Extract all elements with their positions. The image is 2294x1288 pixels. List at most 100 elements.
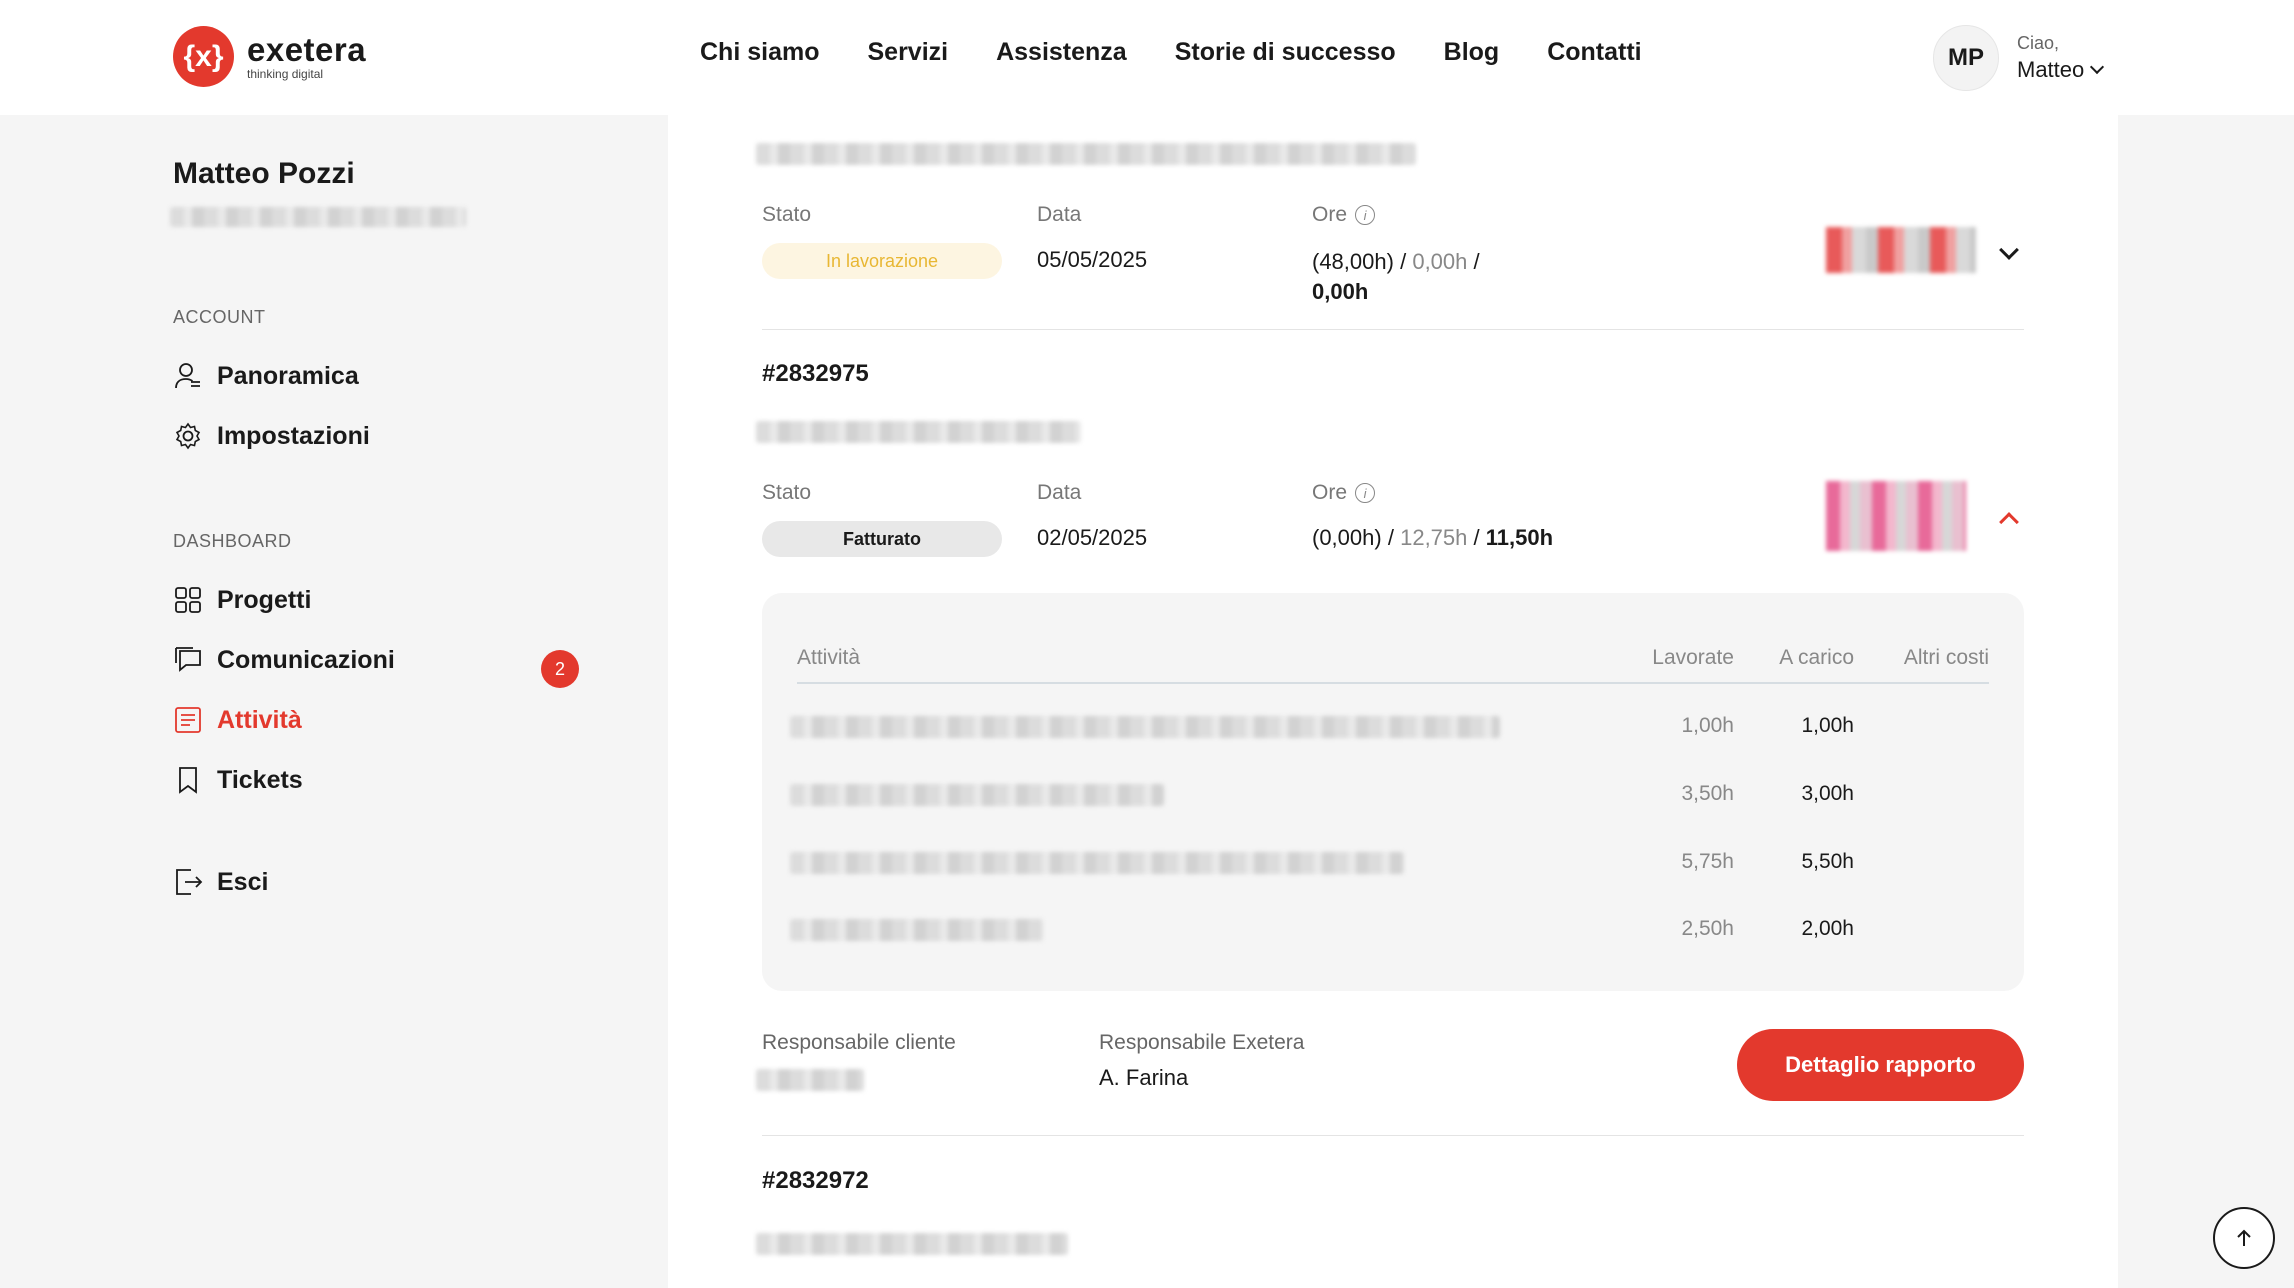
sidebar-item-label: Impostazioni	[217, 421, 370, 450]
sidebar-item-label: Panoramica	[217, 361, 359, 390]
hours-charged: 2,00h	[1801, 917, 1854, 940]
hours-estimated: (0,00h)	[1312, 525, 1382, 550]
user-name: Matteo	[2017, 57, 2085, 82]
data-label: Data	[1037, 481, 1082, 504]
logo-name: exetera	[247, 31, 367, 68]
col-header-a-carico: A carico	[1779, 646, 1854, 669]
chat-icon	[175, 647, 201, 672]
responsabile-exetera: Responsabile Exetera A. Farina	[1099, 1031, 1304, 1091]
dashboard-section-title: DASHBOARD	[173, 531, 292, 551]
sidebar-item-progetti[interactable]: Progetti	[173, 585, 311, 615]
nav-assistenza[interactable]: Assistenza	[996, 38, 1127, 67]
chevron-down-icon	[2090, 59, 2105, 75]
profile-name: Matteo Pozzi	[173, 157, 355, 190]
hours-charged: 5,50h	[1801, 850, 1854, 873]
assignee-avatars-redacted	[1826, 481, 1966, 551]
bookmark-icon	[179, 767, 197, 794]
table-row: 2,50h 2,00h	[762, 909, 2024, 949]
ticket-title-redacted	[756, 143, 1416, 165]
logo-mark-icon: {x}	[173, 26, 234, 87]
assignee-avatars-redacted	[1826, 227, 1976, 273]
status-badge: In lavorazione	[762, 243, 1002, 279]
logout-icon	[176, 869, 203, 895]
exetera-logo[interactable]: {x} exetera thinking digital	[173, 26, 366, 87]
sidebar: Matteo Pozzi ACCOUNT Panoramica Impostaz…	[0, 115, 668, 1288]
col-header-attivita: Attività	[797, 646, 861, 669]
ticket-id: #2832975	[762, 360, 869, 387]
responsabile-exetera-label: Responsabile Exetera	[1099, 1031, 1305, 1054]
ticket-title-redacted	[756, 1233, 1068, 1255]
sidebar-item-label: Attività	[217, 705, 302, 734]
nav-servizi[interactable]: Servizi	[867, 38, 948, 67]
logo-text: exetera thinking digital	[247, 33, 366, 80]
hours-separator: /	[1473, 525, 1480, 550]
ticket-date: 02/05/2025	[1037, 525, 1148, 550]
hours-worked: 2,50h	[1681, 917, 1734, 940]
hours-charged: 3,00h	[1801, 782, 1854, 805]
data-label: Data	[1037, 203, 1082, 226]
ore-label-text: Ore	[1312, 203, 1348, 226]
nav-chi-siamo[interactable]: Chi siamo	[700, 38, 819, 67]
ticket-date: 05/05/2025	[1037, 247, 1148, 272]
chevron-down-icon[interactable]	[1999, 240, 2019, 260]
hours-charged: 1,00h	[1801, 714, 1854, 737]
responsabile-cliente-label: Responsabile cliente	[762, 1031, 956, 1054]
user-icon	[175, 363, 200, 389]
sidebar-item-label: Comunicazioni	[217, 645, 395, 674]
nav-contatti[interactable]: Contatti	[1547, 38, 1641, 67]
avatar[interactable]: MP	[1933, 25, 1999, 91]
sidebar-item-esci[interactable]: Esci	[173, 867, 268, 897]
user-name-toggle[interactable]: Matteo	[2017, 57, 2105, 83]
hours-worked: 0,00h	[1412, 249, 1468, 274]
activity-detail-panel: Attività Lavorate A carico Altri costi 1…	[762, 593, 2024, 991]
user-menu[interactable]: MP Ciao, Matteo	[1933, 25, 2105, 91]
sidebar-item-comunicazioni[interactable]: Comunicazioni	[173, 645, 395, 675]
gear-icon	[175, 422, 201, 450]
ticket-id: #2832972	[762, 1167, 869, 1194]
responsabile-exetera-value: A. Farina	[1099, 1065, 1189, 1090]
arrow-up-icon	[2237, 1229, 2251, 1246]
status-badge: Fatturato	[762, 521, 1002, 557]
sidebar-item-attivita[interactable]: Attività	[173, 705, 302, 735]
hours-worked: 1,00h	[1681, 714, 1734, 737]
hours-worked: 5,75h	[1681, 850, 1734, 873]
hours-worked: 12,75h	[1400, 525, 1468, 550]
profile-email-redacted	[170, 207, 466, 227]
chevron-up-icon[interactable]	[1999, 512, 2019, 532]
nav-blog[interactable]: Blog	[1444, 38, 1500, 67]
responsabile-cliente: Responsabile cliente	[756, 1031, 956, 1091]
activity-name-redacted	[790, 852, 1404, 874]
user-text: Ciao, Matteo	[2017, 33, 2105, 83]
info-icon[interactable]: i	[1355, 205, 1376, 225]
dettaglio-rapporto-button[interactable]: Dettaglio rapporto	[1737, 1029, 2024, 1101]
sidebar-item-label: Progetti	[217, 585, 312, 614]
sidebar-item-impostazioni[interactable]: Impostazioni	[173, 421, 370, 451]
user-greeting: Ciao,	[2017, 33, 2060, 53]
ticket-title-redacted	[756, 421, 1081, 443]
sidebar-item-tickets[interactable]: Tickets	[173, 765, 303, 795]
activity-name-redacted	[790, 919, 1043, 941]
header-divider	[797, 682, 1989, 684]
account-section-title: ACCOUNT	[173, 307, 266, 327]
hours-charged: 0,00h	[1312, 279, 1369, 304]
ore-label: Ore i	[1312, 203, 1376, 227]
hours-estimated: (48,00h)	[1312, 249, 1394, 274]
divider	[762, 1135, 2024, 1136]
table-row: 5,75h 5,50h	[762, 842, 2024, 882]
hours-separator: /	[1473, 249, 1480, 274]
main-nav: Chi siamo Servizi Assistenza Storie di s…	[700, 38, 1642, 67]
grid-icon	[175, 587, 201, 613]
ore-label-text: Ore	[1312, 481, 1348, 504]
divider	[762, 329, 2024, 330]
activity-name-redacted	[790, 784, 1164, 806]
sidebar-item-label: Esci	[217, 867, 269, 896]
scroll-to-top-button[interactable]	[2213, 1207, 2275, 1269]
site-header: {x} exetera thinking digital Chi siamo S…	[0, 0, 2294, 115]
info-icon[interactable]: i	[1355, 483, 1376, 503]
activity-name-redacted	[790, 716, 1500, 738]
tickets-count-badge: 2	[541, 650, 579, 688]
sidebar-item-panoramica[interactable]: Panoramica	[173, 361, 359, 391]
hours-worked: 3,50h	[1681, 782, 1734, 805]
sidebar-item-label: Tickets	[217, 765, 303, 794]
nav-storie-di-successo[interactable]: Storie di successo	[1175, 38, 1396, 67]
